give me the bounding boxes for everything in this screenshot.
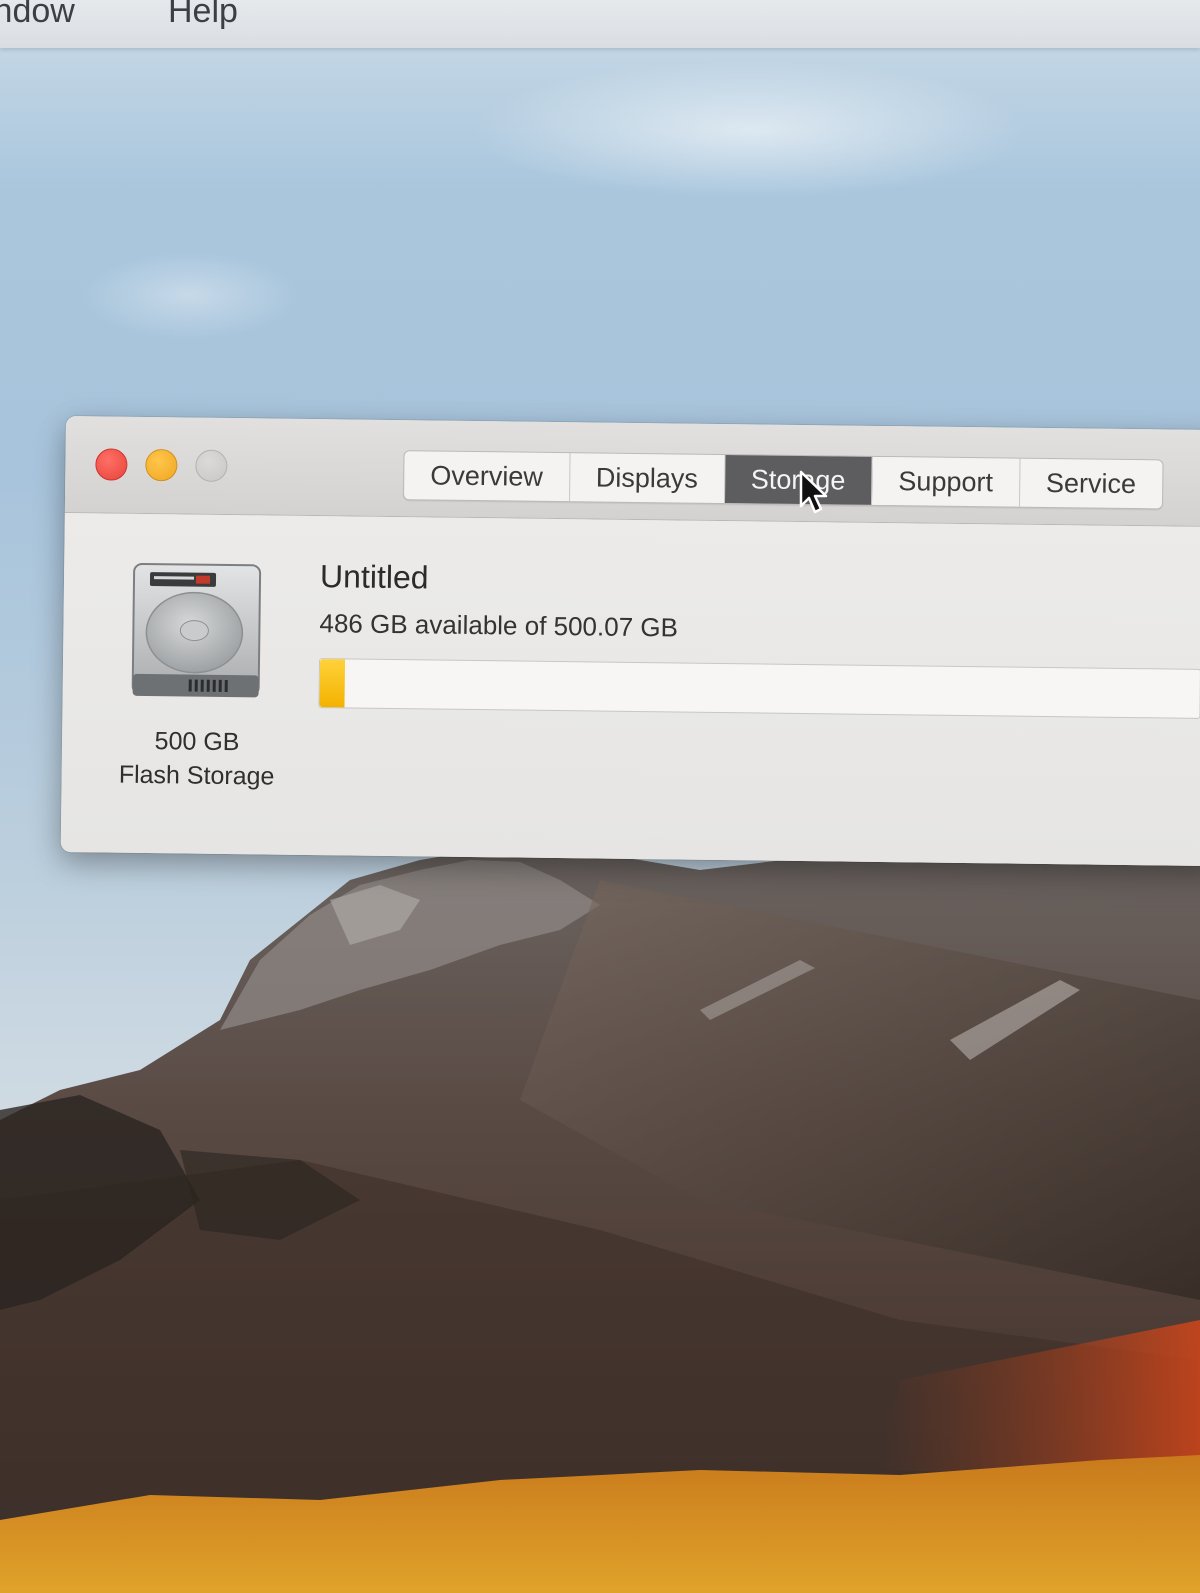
mouse-cursor-icon	[799, 470, 828, 514]
zoom-button[interactable]	[195, 449, 228, 482]
minimize-button[interactable]	[145, 448, 178, 482]
menu-help[interactable]: Help	[168, 0, 238, 31]
volume-name: Untitled	[319, 558, 429, 596]
volume-availability: 486 GB available of 500.07 GB	[319, 608, 679, 643]
close-button[interactable]	[95, 448, 128, 481]
storage-used-segment	[319, 659, 346, 708]
tab-service[interactable]: Service	[1020, 459, 1163, 509]
menu-bar: indow Help	[0, 0, 1200, 48]
tab-displays[interactable]: Displays	[569, 453, 726, 504]
disk-type: Flash Storage	[118, 760, 275, 791]
about-this-mac-window: Overview Displays Storage Support Servic…	[60, 416, 1200, 867]
storage-panel: 500 GB Flash Storage Untitled 486 GB ava…	[60, 512, 1200, 867]
disk-capacity: 500 GB	[154, 727, 240, 757]
title-bar: Overview Displays Storage Support Servic…	[64, 416, 1200, 528]
tab-support[interactable]: Support	[872, 456, 1021, 507]
storage-usage-bar	[318, 658, 1200, 719]
menu-window[interactable]: indow	[0, 0, 75, 31]
hard-drive-icon	[131, 562, 262, 698]
tab-overview[interactable]: Overview	[404, 451, 571, 502]
tab-bar: Overview Displays Storage Support Servic…	[402, 450, 1164, 510]
disk-size-label: 500 GB Flash Storage	[81, 723, 312, 794]
